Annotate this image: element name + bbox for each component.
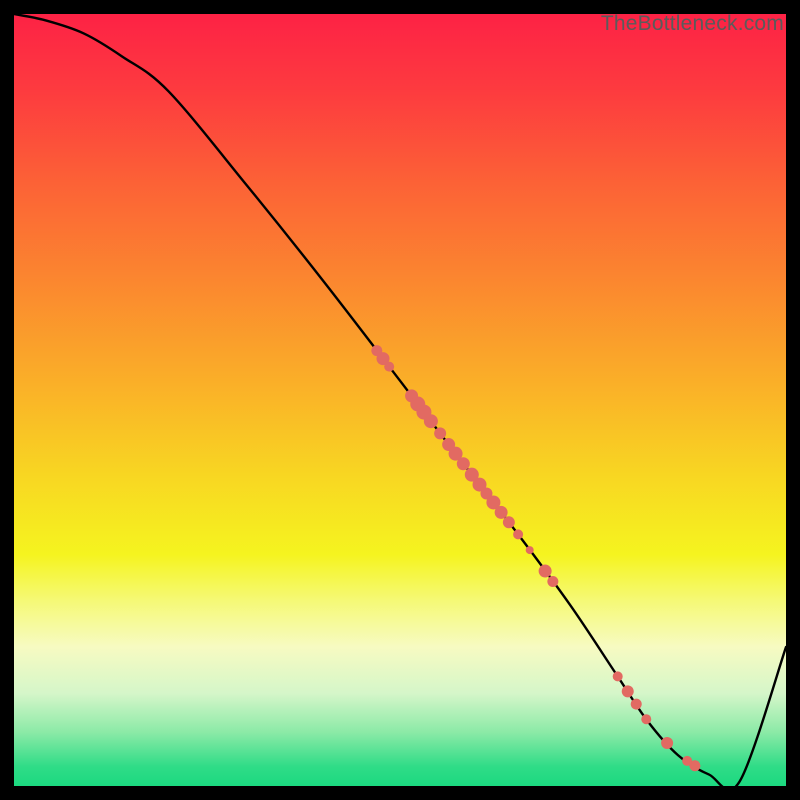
data-dot	[689, 760, 700, 771]
data-dot	[495, 506, 508, 519]
data-dot	[622, 685, 634, 697]
gradient-background	[14, 14, 786, 786]
data-dot	[513, 529, 523, 539]
data-dot	[457, 457, 470, 470]
data-dot	[424, 414, 438, 428]
data-dot	[613, 671, 623, 681]
data-dot	[661, 737, 673, 749]
chart-frame: TheBottleneck.com	[14, 14, 786, 786]
data-dot	[503, 516, 515, 528]
watermark-text: TheBottleneck.com	[601, 12, 784, 36]
data-dot	[526, 546, 534, 554]
data-dot	[631, 699, 642, 710]
data-dot	[384, 362, 394, 372]
data-dot	[539, 565, 552, 578]
data-dot	[641, 714, 651, 724]
data-dot	[434, 427, 446, 439]
bottleneck-chart	[14, 14, 786, 786]
data-dot	[547, 576, 558, 587]
